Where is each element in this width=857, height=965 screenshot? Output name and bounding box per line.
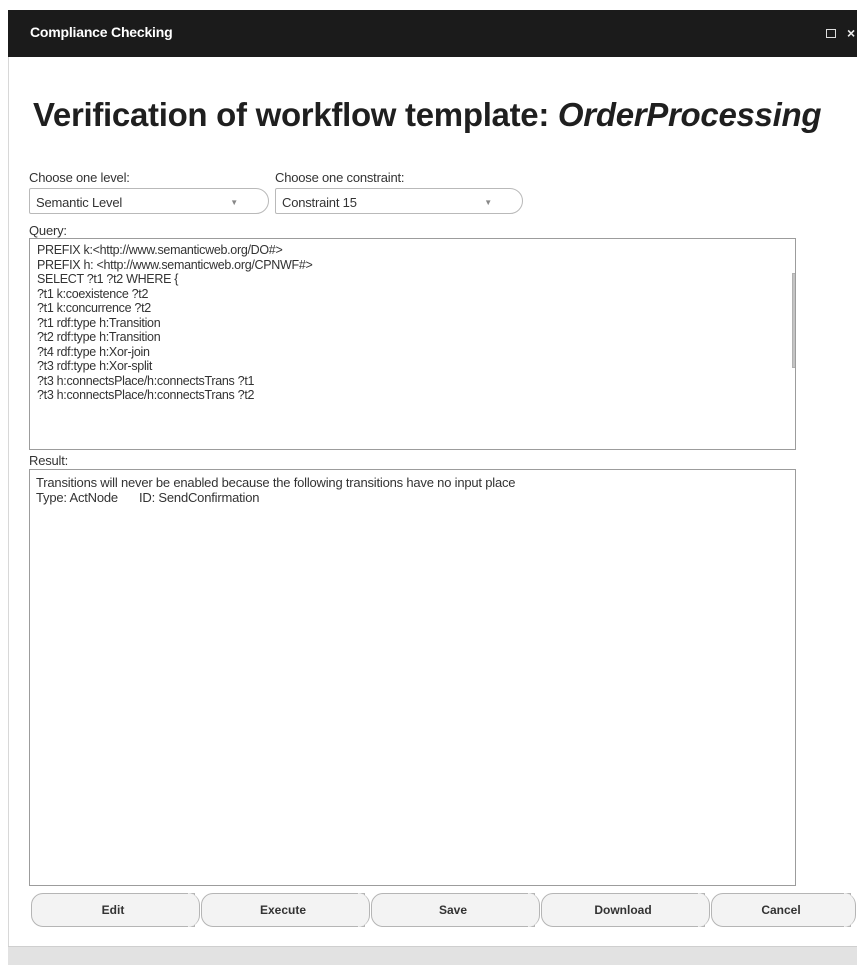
- constraint-select[interactable]: Constraint 15 ▼: [275, 188, 523, 214]
- level-label: Choose one level:: [29, 170, 130, 185]
- query-line: ?t1 k:coexistence ?t2: [37, 286, 149, 301]
- cancel-button[interactable]: Cancel: [711, 893, 856, 927]
- query-textarea[interactable]: PREFIX k:<http://www.semanticweb.org/DO#…: [29, 238, 796, 450]
- download-button[interactable]: Download: [541, 893, 710, 927]
- query-line: ?t1 rdf:type h:Transition: [37, 315, 161, 330]
- query-text: PREFIX k:<http://www.semanticweb.org/DO#…: [37, 243, 313, 403]
- result-id: ID: SendConfirmation: [139, 490, 260, 505]
- scroll-thumb[interactable]: [792, 273, 795, 368]
- chevron-down-icon: ▼: [484, 198, 492, 207]
- query-line: SELECT ?t1 ?t2 WHERE {: [37, 272, 179, 286]
- page-title-prefix: Verification of workflow template:: [33, 96, 558, 133]
- query-line: PREFIX k:<http://www.semanticweb.org/DO#…: [37, 243, 283, 257]
- button-bar: Edit Execute Save Download Cancel: [31, 893, 857, 929]
- query-line: ?t3 h:connectsPlace/h:connectsTrans ?t2: [37, 388, 255, 402]
- result-label: Result:: [29, 453, 69, 468]
- query-label: Query:: [29, 223, 67, 238]
- result-text: Transitions will never be enabled becaus…: [36, 475, 516, 505]
- maximize-icon[interactable]: [826, 29, 836, 38]
- execute-button[interactable]: Execute: [201, 893, 370, 927]
- result-type: Type: ActNode: [36, 490, 118, 505]
- level-select-value: Semantic Level: [36, 195, 123, 210]
- constraint-select-value: Constraint 15: [282, 195, 357, 210]
- page-title: Verification of workflow template: Order…: [33, 96, 822, 134]
- query-line: ?t3 rdf:type h:Xor-split: [37, 359, 153, 373]
- save-button[interactable]: Save: [371, 893, 540, 927]
- chevron-down-icon: ▼: [230, 198, 238, 207]
- edit-button[interactable]: Edit: [31, 893, 200, 927]
- result-textarea[interactable]: Transitions will never be enabled becaus…: [29, 469, 796, 886]
- level-select[interactable]: Semantic Level ▼: [29, 188, 269, 214]
- query-line: ?t2 rdf:type h:Transition: [37, 330, 161, 344]
- workflow-name: OrderProcessing: [557, 96, 822, 133]
- compliance-dialog: Compliance Checking × Verification of wo…: [0, 0, 857, 965]
- query-line: PREFIX h: <http://www.semanticweb.org/CP…: [37, 257, 313, 272]
- query-line: ?t4 rdf:type h:Xor-join: [37, 344, 150, 359]
- close-icon[interactable]: ×: [847, 23, 855, 43]
- query-scrollbar[interactable]: [788, 240, 795, 443]
- dialog-border: [8, 57, 9, 947]
- query-line: ?t3 h:connectsPlace/h:connectsTrans ?t1: [37, 373, 255, 388]
- result-message: Transitions will never be enabled becaus…: [36, 475, 516, 490]
- window-title: Compliance Checking: [30, 24, 173, 40]
- result-item: Type: ActNode ID: SendConfirmation: [36, 490, 515, 505]
- title-bar[interactable]: Compliance Checking ×: [8, 10, 857, 57]
- query-line: ?t1 k:concurrence ?t2: [37, 301, 151, 315]
- status-bar: [8, 946, 857, 965]
- constraint-label: Choose one constraint:: [275, 170, 405, 185]
